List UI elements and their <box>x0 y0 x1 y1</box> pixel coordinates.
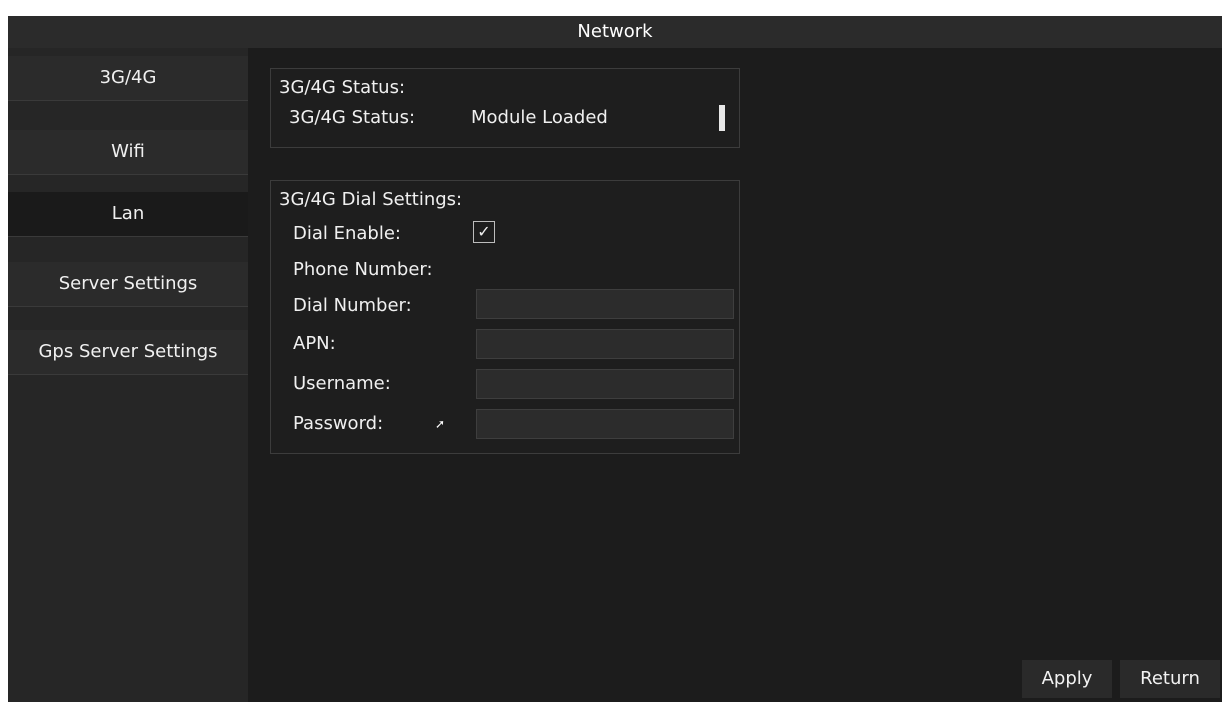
apn-input[interactable] <box>476 329 734 359</box>
username-input[interactable] <box>476 369 734 399</box>
return-button[interactable]: Return <box>1120 660 1220 698</box>
dial-enable-checkbox[interactable]: ✓ <box>473 221 495 243</box>
status-scroll-indicator <box>719 105 725 131</box>
status-label: 3G/4G Status: <box>289 107 416 128</box>
apn-label: APN: <box>293 333 336 354</box>
dial-section-title: 3G/4G Dial Settings: <box>279 189 463 210</box>
mouse-cursor-icon: ➚ <box>435 417 446 431</box>
sidebar: 3G/4G Wifi Lan Server Settings Gps Serve… <box>8 48 248 702</box>
sidebar-item-3g4g[interactable]: 3G/4G <box>8 56 248 101</box>
apply-button[interactable]: Apply <box>1022 660 1112 698</box>
sidebar-item-server-settings[interactable]: Server Settings <box>8 262 248 307</box>
phone-number-label: Phone Number: <box>293 259 433 280</box>
window-title: Network <box>8 16 1222 48</box>
sidebar-item-lan[interactable]: Lan <box>8 192 248 237</box>
network-window: Network 3G/4G Wifi Lan Server Settings G… <box>8 16 1222 702</box>
status-value: Module Loaded <box>471 107 608 128</box>
sidebar-item-wifi[interactable]: Wifi <box>8 130 248 175</box>
dial-settings-panel: 3G/4G Dial Settings: Dial Enable: ✓ Phon… <box>270 180 740 454</box>
username-label: Username: <box>293 373 391 394</box>
dial-number-input[interactable] <box>476 289 734 319</box>
dial-number-label: Dial Number: <box>293 295 412 316</box>
dial-enable-label: Dial Enable: <box>293 223 401 244</box>
status-panel: 3G/4G Status: 3G/4G Status: Module Loade… <box>270 68 740 148</box>
status-section-title: 3G/4G Status: <box>279 77 406 98</box>
sidebar-item-gps-server-settings[interactable]: Gps Server Settings <box>8 330 248 375</box>
password-label: Password: <box>293 413 384 434</box>
password-input[interactable] <box>476 409 734 439</box>
checkmark-icon: ✓ <box>477 222 491 241</box>
